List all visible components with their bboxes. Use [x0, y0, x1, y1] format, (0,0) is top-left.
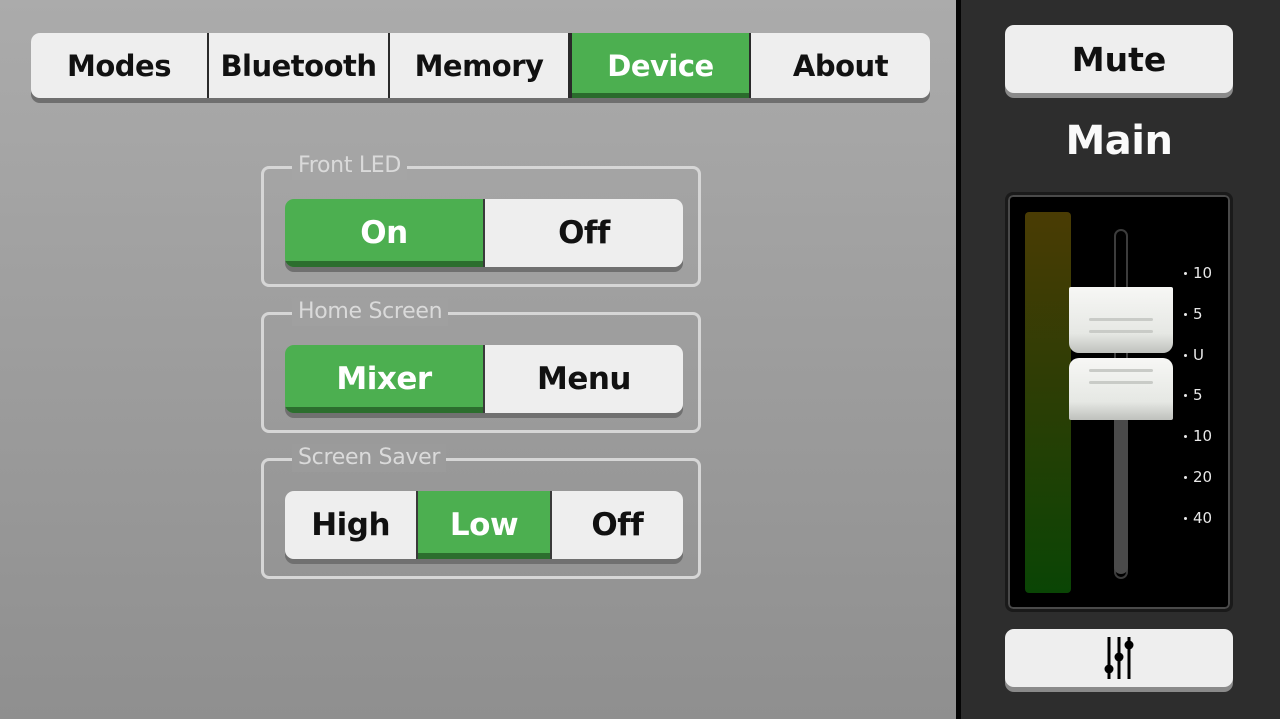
fader-grip: [1089, 330, 1153, 333]
tab-memory[interactable]: Memory: [390, 33, 570, 98]
tab-device[interactable]: Device: [570, 33, 751, 98]
fader-box: 10 5 U 5 10 20 40: [1005, 192, 1233, 612]
home-screen-toggle: Mixer Menu: [285, 345, 683, 413]
front-led-off-button[interactable]: Off: [483, 199, 683, 267]
home-screen-group: Home Screen Mixer Menu: [261, 298, 701, 433]
front-led-group: Front LED On Off: [261, 152, 701, 287]
settings-panel: Modes Bluetooth Memory Device About Fron…: [0, 0, 956, 719]
screen-saver-toggle: High Low Off: [285, 491, 683, 559]
home-screen-mixer-button[interactable]: Mixer: [285, 345, 483, 413]
screen-saver-off-button[interactable]: Off: [549, 491, 683, 559]
fader-track-fill: [1114, 420, 1128, 574]
mixer-sliders-icon: [1104, 637, 1134, 679]
tab-bluetooth[interactable]: Bluetooth: [209, 33, 390, 98]
scale-tick-unity: U: [1184, 347, 1204, 363]
home-screen-menu-button[interactable]: Menu: [483, 345, 683, 413]
fader-cap-top[interactable]: [1069, 287, 1173, 353]
fader-grip: [1089, 381, 1153, 384]
fader-cap-bottom[interactable]: [1069, 358, 1173, 420]
channel-strip: Mute Main 10 5 U 5 10 20 40: [961, 0, 1280, 719]
scale-tick-minus-20: 20: [1184, 469, 1212, 485]
screen-saver-label: Screen Saver: [292, 444, 447, 472]
scale-tick-5: 5: [1184, 306, 1203, 322]
mute-button[interactable]: Mute: [1005, 25, 1233, 93]
level-meter: [1025, 212, 1071, 593]
scale-tick-minus-5: 5: [1184, 387, 1203, 403]
channel-name: Main: [1065, 118, 1173, 164]
screen-saver-high-button[interactable]: High: [285, 491, 417, 559]
screen-saver-group: Screen Saver High Low Off: [261, 444, 701, 579]
fader-grip: [1089, 318, 1153, 321]
front-led-on-button[interactable]: On: [285, 199, 483, 267]
tab-modes[interactable]: Modes: [31, 33, 209, 98]
scale-tick-minus-10: 10: [1184, 428, 1212, 444]
mixer-settings-button[interactable]: [1005, 629, 1233, 687]
screen-saver-low-button[interactable]: Low: [416, 491, 550, 559]
fader-grip: [1089, 369, 1153, 372]
tab-about[interactable]: About: [751, 33, 930, 98]
scale-tick-10: 10: [1184, 265, 1212, 281]
front-led-toggle: On Off: [285, 199, 683, 267]
scale-tick-minus-40: 40: [1184, 510, 1212, 526]
tab-bar: Modes Bluetooth Memory Device About: [31, 33, 930, 98]
front-led-label: Front LED: [292, 152, 408, 180]
home-screen-label: Home Screen: [292, 298, 449, 326]
